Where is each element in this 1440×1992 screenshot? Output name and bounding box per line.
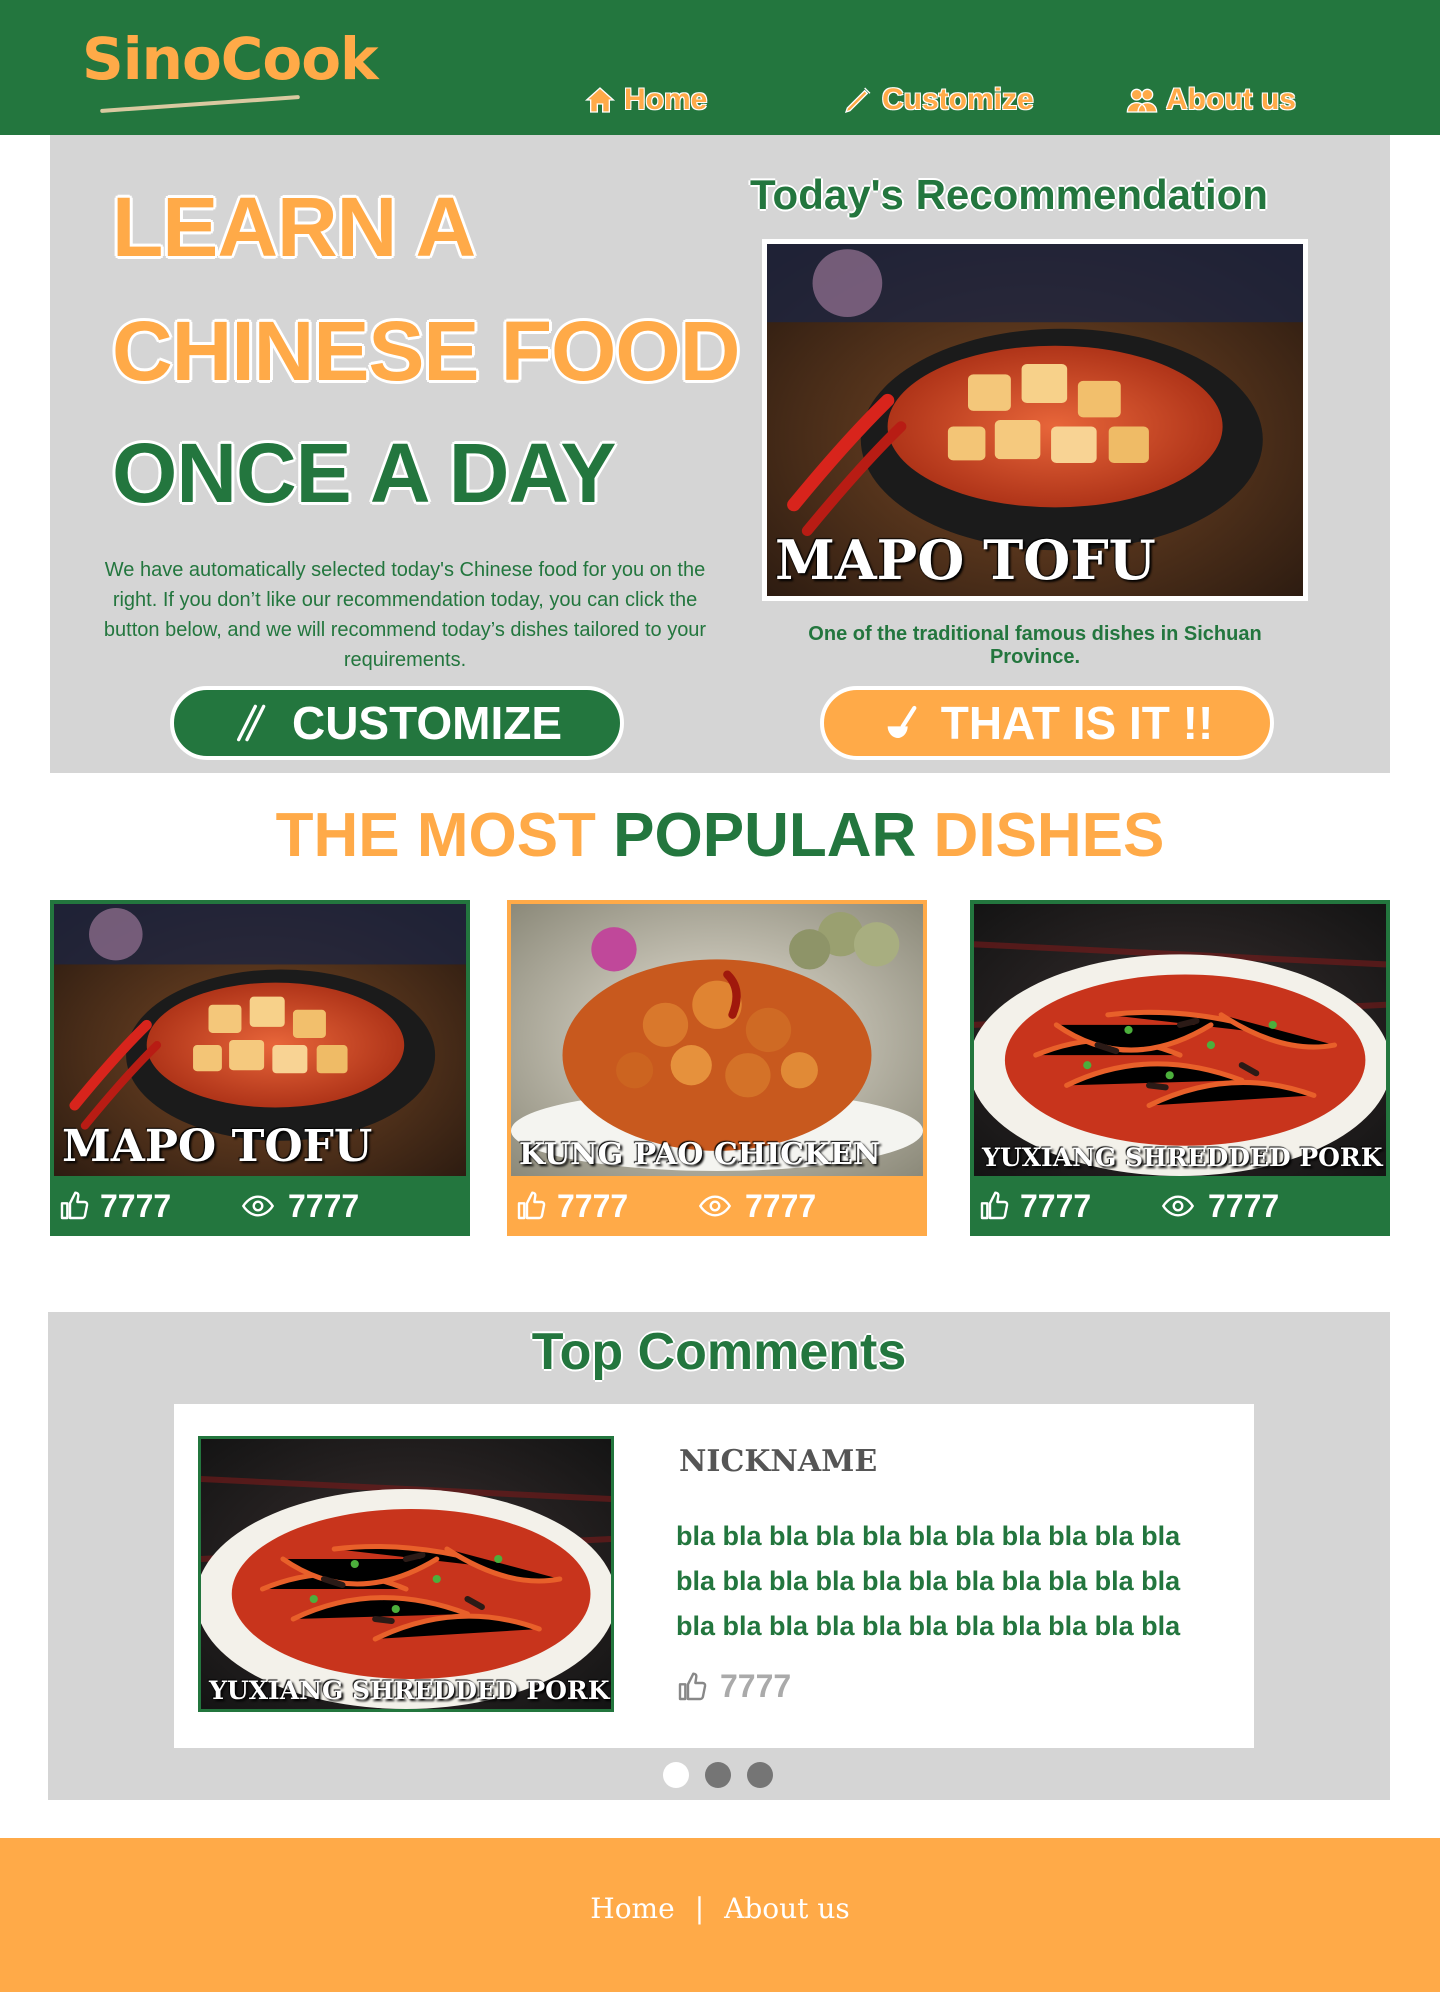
recommendation-caption: One of the traditional famous dishes in … [808, 623, 1262, 668]
dish-card-name: KUNG PAO CHICKEN [519, 1137, 881, 1172]
carousel-dots [663, 1762, 773, 1788]
that-is-it-button-label: THAT IS IT !! [940, 697, 1214, 749]
dish-card-kung-pao-chicken[interactable]: KUNG PAO CHICKEN 7777 7777 [507, 900, 927, 1236]
like-count-value: 7777 [1020, 1187, 1092, 1224]
home-icon [584, 87, 616, 113]
dish-card-stats: 7777 7777 [507, 1176, 927, 1236]
top-comments-section: Top Comments YUXIANG SHREDDED PORK NICKN… [48, 1312, 1390, 1800]
carousel-dot-3[interactable] [747, 1762, 773, 1788]
yuxiang-shredded-pork-photo [201, 1439, 611, 1709]
recommendation-title: Today's Recommendation [750, 171, 1268, 218]
like-count-value: 7777 [557, 1187, 629, 1224]
footer-home-link[interactable]: Home [580, 1892, 684, 1925]
carousel-dot-2[interactable] [705, 1762, 731, 1788]
dish-card-name: YUXIANG SHREDDED PORK [982, 1143, 1383, 1172]
nav-customize[interactable]: Customize [842, 78, 1034, 122]
yuxiang-shredded-pork-photo [974, 904, 1386, 1176]
view-count: 7777 [238, 1188, 359, 1225]
view-count: 7777 [695, 1188, 816, 1225]
hero-section: LEARN A CHINESE FOOD ONCE A DAY We have … [50, 135, 1390, 773]
nav-about-label: About us [1166, 83, 1296, 116]
nav-customize-label: Customize [882, 83, 1034, 116]
recommendation-dish-name: MAPO TOFU [775, 528, 1156, 592]
popular-dishes-title: THE MOST POPULAR DISHES [0, 800, 1440, 871]
users-icon [1126, 88, 1158, 113]
thumbs-up-icon [676, 1671, 708, 1703]
hero-description: We have automatically selected today's C… [103, 559, 707, 671]
dish-card-mapo-tofu[interactable]: MAPO TOFU 7777 7777 [50, 900, 470, 1236]
view-count: 7777 [1158, 1188, 1279, 1225]
that-is-it-button[interactable]: THAT IS IT !! [820, 686, 1274, 760]
nav-about[interactable]: About us [1126, 78, 1296, 122]
view-count-value: 7777 [288, 1187, 360, 1224]
dish-card-image[interactable]: YUXIANG SHREDDED PORK [974, 904, 1386, 1176]
top-comments-title: Top Comments [531, 1323, 907, 1381]
footer-separator: | [694, 1892, 705, 1925]
hero-headline-3: ONCE A DAY [112, 426, 616, 520]
sinocook-logo[interactable]: SinoCook [82, 24, 379, 120]
nav-home[interactable]: Home [584, 78, 707, 122]
dish-card-image[interactable]: MAPO TOFU [54, 904, 466, 1176]
kung-pao-chicken-photo [511, 904, 923, 1176]
dish-card-stats: 7777 7777 [970, 1176, 1390, 1236]
comment-like-value: 7777 [720, 1668, 792, 1704]
thumbs-up-icon [978, 1190, 1010, 1222]
customize-button[interactable]: CUSTOMIZE [170, 686, 624, 760]
popular-title-part3: DISHES [916, 801, 1165, 870]
dish-card-image[interactable]: KUNG PAO CHICKEN [511, 904, 923, 1176]
dish-card-yuxiang-shredded-pork[interactable]: YUXIANG SHREDDED PORK 7777 7777 [970, 900, 1390, 1236]
comment-nickname: NICKNAME [679, 1444, 878, 1479]
spoon-icon [887, 705, 917, 738]
comment-dish-name: YUXIANG SHREDDED PORK [209, 1676, 610, 1705]
comment-dish-image[interactable]: YUXIANG SHREDDED PORK [198, 1436, 614, 1712]
like-count[interactable]: 7777 [515, 1188, 628, 1225]
comment-text: bla bla bla bla bla bla bla bla bla bla … [676, 1521, 1181, 1641]
nav-home-label: Home [624, 83, 708, 116]
logo-wordmark: SinoCook [82, 25, 379, 93]
thumbs-up-icon [58, 1190, 90, 1222]
footer-about-link[interactable]: About us [714, 1892, 860, 1925]
popular-title-part1: THE MOST [275, 801, 614, 870]
like-count[interactable]: 7777 [58, 1188, 171, 1225]
comment-like-count[interactable]: 7777 [676, 1668, 791, 1705]
dish-card-name: MAPO TOFU [62, 1121, 373, 1172]
comment-card: YUXIANG SHREDDED PORK NICKNAME bla bla b… [174, 1404, 1254, 1748]
footer-links: Home | About us [0, 1892, 1440, 1925]
view-count-value: 7777 [745, 1187, 817, 1224]
logo-chopstick [100, 95, 300, 113]
like-count-value: 7777 [100, 1187, 172, 1224]
dish-card-stats: 7777 7777 [50, 1176, 470, 1236]
hero-headline-1: LEARN A [112, 180, 476, 274]
thumbs-up-icon [515, 1190, 547, 1222]
popular-title-part2: POPULAR [613, 801, 917, 870]
like-count[interactable]: 7777 [978, 1188, 1091, 1225]
recommendation-image[interactable]: MAPO TOFU [762, 239, 1308, 601]
customize-button-label: CUSTOMIZE [291, 697, 563, 749]
eye-icon [1158, 1190, 1198, 1222]
carousel-dot-1[interactable] [663, 1762, 689, 1788]
site-header: SinoCook Home Customize About us [0, 0, 1440, 135]
chopsticks-icon [236, 704, 266, 742]
view-count-value: 7777 [1208, 1187, 1280, 1224]
hero-headline-2: CHINESE FOOD [112, 304, 740, 398]
site-footer: Home | About us [0, 1838, 1440, 1992]
eye-icon [695, 1190, 735, 1222]
eye-icon [238, 1190, 278, 1222]
pencil-icon [844, 87, 871, 114]
